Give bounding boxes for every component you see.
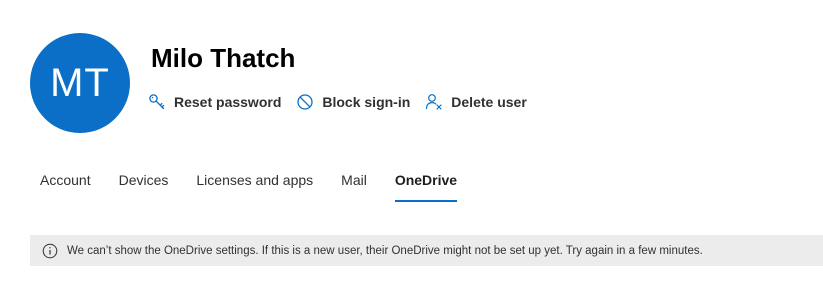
reset-password-button[interactable]: Reset password [148,93,281,111]
tab-mail[interactable]: Mail [341,172,367,202]
user-actions: Reset password Block sign-in Delete user [148,91,542,113]
block-sign-in-label: Block sign-in [322,94,411,110]
delete-user-label: Delete user [451,94,527,110]
block-sign-in-button[interactable]: Block sign-in [296,93,410,111]
avatar: MT [30,33,130,133]
delete-user-icon [425,93,443,111]
avatar-initials: MT [50,60,110,105]
key-icon [148,93,166,111]
block-icon [296,93,314,111]
user-name: Milo Thatch [151,43,296,73]
reset-password-label: Reset password [174,94,282,110]
tab-licenses-and-apps[interactable]: Licenses and apps [196,172,313,202]
info-banner: We can’t show the OneDrive settings. If … [30,235,823,266]
tab-account[interactable]: Account [40,172,91,202]
info-icon [42,243,58,259]
info-banner-text: We can’t show the OneDrive settings. If … [67,244,703,257]
delete-user-button[interactable]: Delete user [425,93,527,111]
tab-devices[interactable]: Devices [119,172,169,202]
tab-bar: Account Devices Licenses and apps Mail O… [40,172,485,202]
tab-onedrive[interactable]: OneDrive [394,172,458,202]
